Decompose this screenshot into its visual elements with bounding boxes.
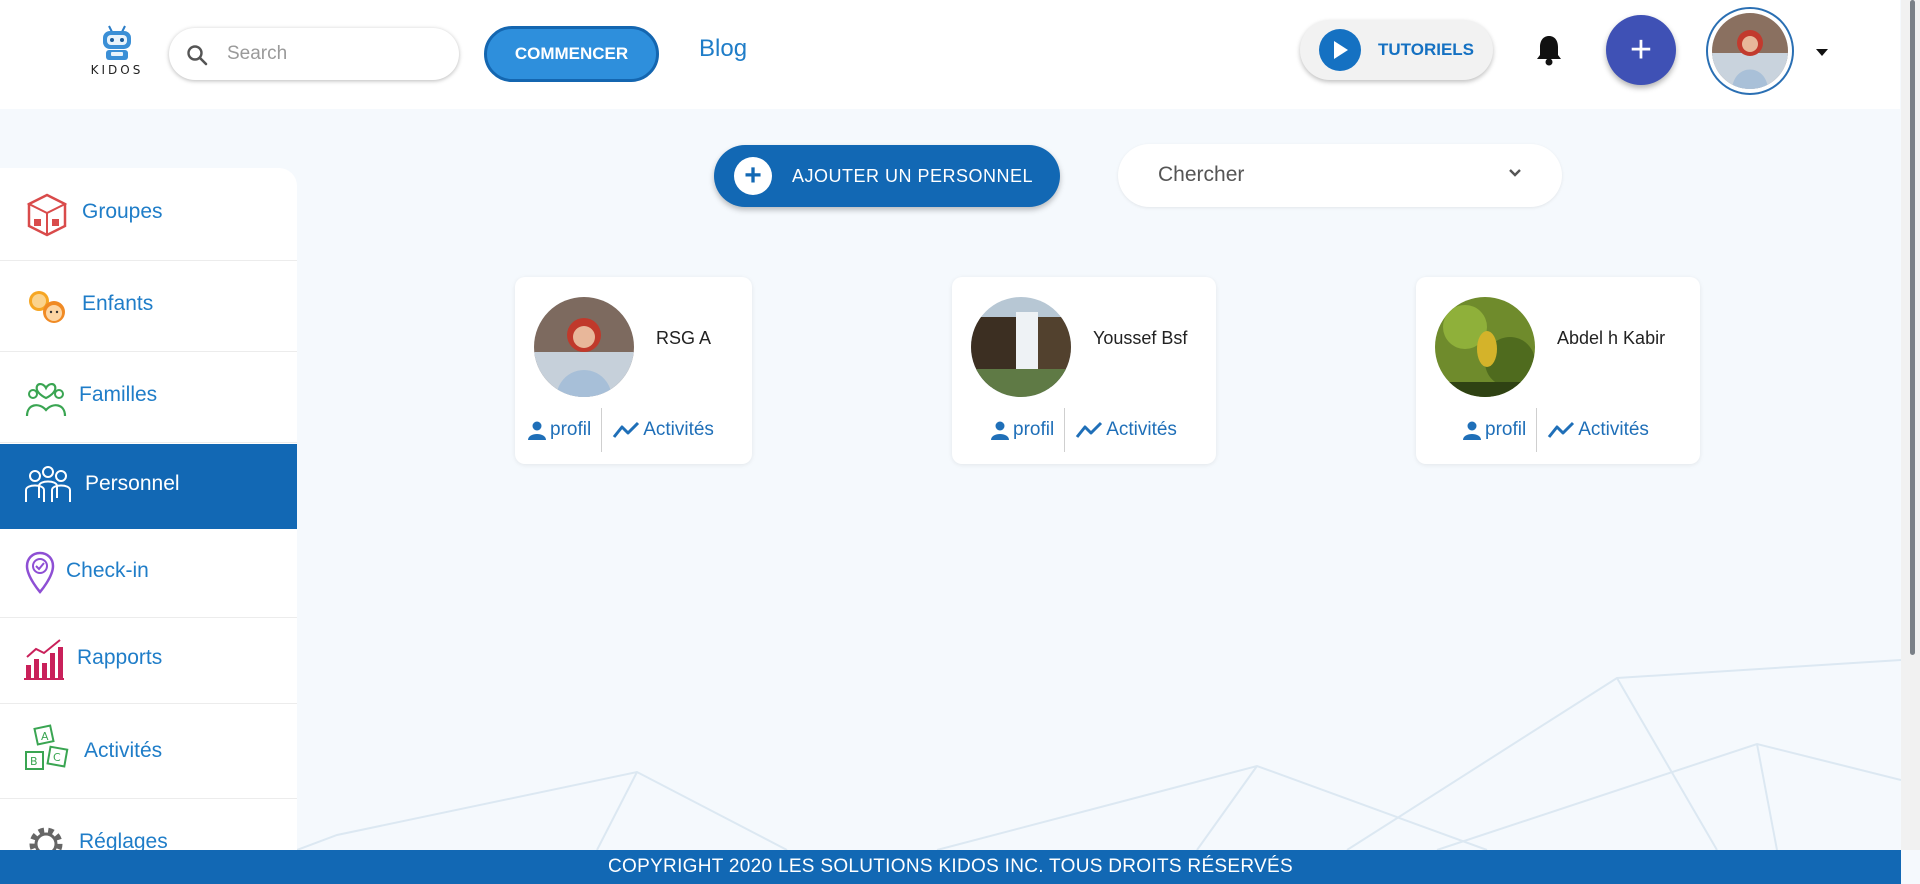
trending-up-icon bbox=[1076, 421, 1103, 438]
plus-icon: + bbox=[734, 157, 772, 195]
groups-icon bbox=[26, 193, 68, 237]
staff-avatar[interactable] bbox=[971, 297, 1071, 397]
profile-label: profil bbox=[1485, 419, 1527, 440]
blog-link[interactable]: Blog bbox=[699, 35, 747, 63]
background-decoration bbox=[297, 659, 1901, 850]
svg-text:A: A bbox=[41, 730, 49, 743]
search-icon bbox=[187, 45, 208, 66]
reports-icon bbox=[24, 639, 64, 680]
sidebar: Groupes Enfants Familles Personnel Check… bbox=[0, 168, 297, 850]
robot-logo-icon bbox=[103, 25, 131, 60]
person-icon bbox=[528, 421, 546, 440]
user-avatar[interactable] bbox=[1706, 7, 1794, 95]
profile-link[interactable]: profil bbox=[980, 419, 1064, 441]
commencer-button[interactable]: COMMENCER bbox=[484, 26, 659, 82]
sidebar-item-label: Check-in bbox=[66, 559, 149, 582]
sidebar-item-enfants[interactable]: Enfants bbox=[0, 262, 297, 352]
staff-actions: profil Activités bbox=[980, 407, 1187, 453]
staff-card: Abdel h Kabir profil Activités bbox=[1416, 277, 1700, 464]
activities-label: Activités bbox=[643, 419, 714, 440]
chevron-down-icon bbox=[1509, 169, 1521, 177]
page-scrollbar[interactable] bbox=[1901, 0, 1920, 850]
sidebar-item-rapports[interactable]: Rapports bbox=[0, 619, 297, 704]
gear-icon bbox=[29, 827, 63, 850]
abc-blocks-icon: A B C bbox=[25, 724, 69, 770]
activities-link[interactable]: Activités bbox=[1537, 419, 1659, 441]
scrollbar-thumb[interactable] bbox=[1910, 0, 1915, 655]
notification-bell-icon[interactable] bbox=[1534, 33, 1564, 67]
staff-card: RSG A profil Activités bbox=[515, 277, 752, 464]
families-icon bbox=[25, 383, 67, 417]
sidebar-item-groupes[interactable]: Groupes bbox=[0, 168, 297, 261]
footer-copyright: COPYRIGHT 2020 LES SOLUTIONS KIDOS INC. … bbox=[0, 850, 1901, 884]
staff-card: Youssef Bsf profil Activités bbox=[952, 277, 1216, 464]
sidebar-item-label: Personnel bbox=[85, 472, 180, 495]
staff-name: RSG A bbox=[656, 328, 712, 348]
sidebar-item-activites[interactable]: A B C Activités bbox=[0, 705, 297, 799]
children-icon bbox=[29, 291, 65, 323]
sidebar-item-personnel[interactable]: Personnel bbox=[0, 444, 297, 529]
staff-name: Abdel h Kabir bbox=[1557, 328, 1666, 348]
top-header: KIDOS COMMENCER Blog TUTORIELS + bbox=[0, 0, 1900, 109]
tutoriels-button[interactable]: TUTORIELS bbox=[1300, 20, 1493, 80]
location-pin-icon bbox=[25, 551, 55, 594]
profile-label: profil bbox=[550, 419, 592, 440]
profile-link[interactable]: profil bbox=[1452, 419, 1536, 441]
kidos-logo[interactable]: KIDOS bbox=[84, 24, 150, 78]
staff-name: Youssef Bsf bbox=[1093, 328, 1188, 348]
staff-actions: profil Activités bbox=[1452, 407, 1659, 453]
logo-text: KIDOS bbox=[90, 63, 144, 77]
add-button[interactable]: + bbox=[1606, 15, 1676, 85]
sidebar-item-reglages[interactable]: Réglages bbox=[0, 800, 297, 850]
sidebar-item-label: Groupes bbox=[82, 200, 163, 223]
sidebar-item-familles[interactable]: Familles bbox=[0, 353, 297, 443]
svg-text:B: B bbox=[30, 755, 38, 768]
trending-up-icon bbox=[1548, 421, 1575, 438]
staff-avatar[interactable] bbox=[1435, 297, 1535, 397]
sidebar-item-label: Rapports bbox=[77, 646, 163, 669]
sidebar-item-label: Enfants bbox=[82, 292, 154, 315]
activities-link[interactable]: Activités bbox=[602, 419, 724, 441]
sidebar-item-label: Activités bbox=[84, 739, 163, 762]
add-staff-label: AJOUTER UN PERSONNEL bbox=[792, 166, 1034, 186]
staff-icon bbox=[25, 466, 71, 502]
add-staff-button[interactable]: + AJOUTER UN PERSONNEL bbox=[714, 145, 1060, 207]
staff-search-select[interactable]: Chercher bbox=[1118, 144, 1562, 207]
profile-label: profil bbox=[1013, 419, 1055, 440]
search-input[interactable] bbox=[227, 40, 437, 68]
staff-actions: profil Activités bbox=[517, 407, 724, 453]
staff-avatar[interactable] bbox=[534, 297, 634, 397]
activities-link[interactable]: Activités bbox=[1065, 419, 1187, 441]
sidebar-item-check-in[interactable]: Check-in bbox=[0, 529, 297, 618]
search-box bbox=[169, 28, 459, 80]
activities-label: Activités bbox=[1106, 419, 1177, 440]
user-menu-caret-icon[interactable] bbox=[1816, 49, 1828, 56]
select-value: Chercher bbox=[1158, 163, 1245, 186]
svg-text:C: C bbox=[53, 751, 61, 764]
sidebar-item-label: Réglages bbox=[79, 830, 168, 850]
sidebar-item-label: Familles bbox=[79, 383, 158, 406]
tutoriels-label: TUTORIELS bbox=[1378, 40, 1475, 59]
person-icon bbox=[991, 421, 1009, 440]
person-icon bbox=[1463, 421, 1481, 440]
profile-link[interactable]: profil bbox=[517, 419, 601, 441]
user-avatar-photo bbox=[1712, 13, 1788, 89]
trending-up-icon bbox=[613, 421, 640, 438]
activities-label: Activités bbox=[1578, 419, 1649, 440]
play-icon bbox=[1319, 29, 1361, 71]
